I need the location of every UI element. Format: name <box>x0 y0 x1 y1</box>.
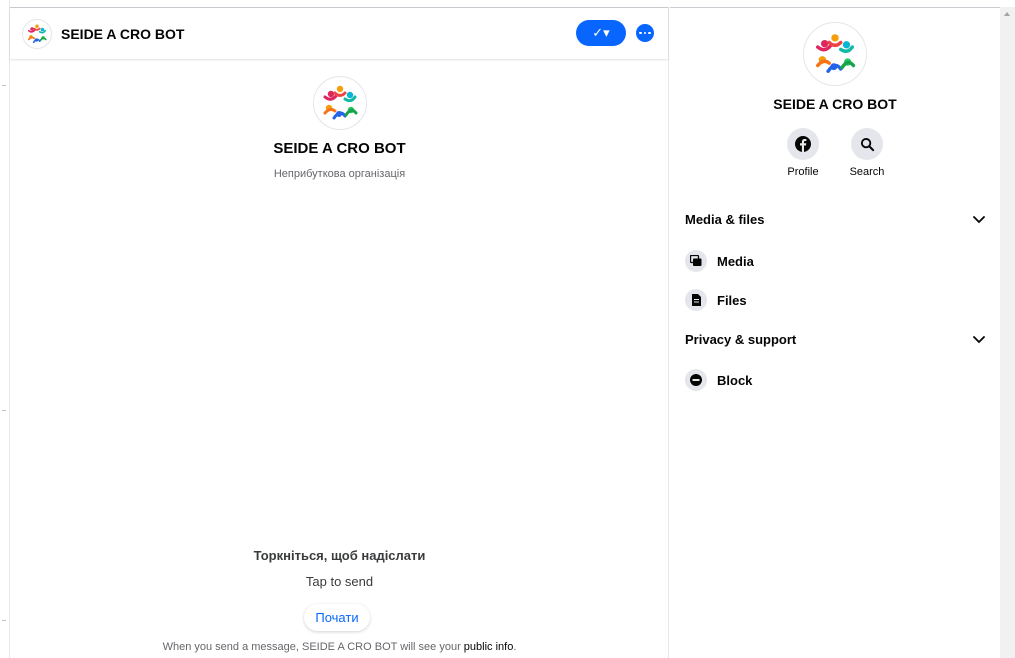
search-label: Search <box>849 166 885 178</box>
edge-mark <box>2 410 6 411</box>
public-info-link[interactable]: public info <box>464 641 514 653</box>
search-action[interactable]: Search <box>847 128 887 178</box>
media-files-section[interactable]: Media & files <box>685 212 985 227</box>
left-edge-strip <box>0 0 10 658</box>
search-icon[interactable] <box>851 128 883 160</box>
chat-panel: SEIDE A CRO BOT ✓▾ SEIDE A CRO BOT Непри… <box>10 7 669 658</box>
edge-mark <box>2 85 6 86</box>
start-button[interactable]: Почати <box>304 604 370 631</box>
page-avatar[interactable] <box>312 76 367 130</box>
privacy-notice: When you send a message, SEIDE A CRO BOT… <box>10 641 669 653</box>
profile-label: Profile <box>787 166 819 178</box>
sidebar-item-block[interactable]: Block <box>685 369 752 391</box>
info-sidebar: SEIDE A CRO BOT Profile Search Media & f… <box>670 7 1000 658</box>
page-name: SEIDE A CRO BOT <box>273 140 406 157</box>
sidebar-name: SEIDE A CRO BOT <box>773 96 897 112</box>
sidebar-item-media[interactable]: Media <box>685 250 754 272</box>
sidebar-header: SEIDE A CRO BOT Profile Search <box>670 8 1000 178</box>
sidebar-item-label: Block <box>717 372 753 388</box>
chat-header: SEIDE A CRO BOT ✓▾ <box>10 8 668 59</box>
chevron-down-icon[interactable] <box>973 215 985 224</box>
chat-intro: SEIDE A CRO BOT Неприбуткова організація <box>10 76 669 180</box>
chat-title[interactable]: SEIDE A CRO BOT <box>61 26 184 42</box>
logo-icon <box>320 83 360 123</box>
file-icon <box>685 289 707 311</box>
tap-to-send-en: Tap to send <box>305 574 374 589</box>
sidebar-item-label: Files <box>717 292 747 308</box>
sidebar-actions: Profile Search <box>783 128 887 178</box>
privacy-support-section[interactable]: Privacy & support <box>685 332 985 347</box>
tap-to-send-ua: Торкніться, щоб надіслати <box>253 548 426 563</box>
notice-text: When you send a message, SEIDE A CRO BOT… <box>162 641 464 653</box>
media-icon <box>685 250 707 272</box>
scrollbar[interactable] <box>1000 7 1015 658</box>
chevron-down-icon[interactable] <box>973 335 985 344</box>
page-category: Неприбуткова організація <box>273 168 406 180</box>
notice-suffix: . <box>513 641 517 653</box>
more-options-icon[interactable] <box>636 24 654 42</box>
edge-mark <box>2 620 6 621</box>
section-title: Privacy & support <box>685 332 797 347</box>
scroll-up-arrow-icon[interactable] <box>1004 12 1010 16</box>
block-icon <box>685 369 707 391</box>
sidebar-item-files[interactable]: Files <box>685 289 747 311</box>
logo-icon <box>26 23 48 45</box>
sidebar-item-label: Media <box>717 253 754 269</box>
avatar[interactable] <box>22 18 52 49</box>
sidebar-avatar[interactable] <box>803 22 867 86</box>
logo-icon <box>812 31 858 77</box>
profile-action[interactable]: Profile <box>783 128 823 178</box>
section-title: Media & files <box>685 212 765 227</box>
facebook-icon[interactable] <box>787 128 819 160</box>
header-actions: ✓▾ <box>576 20 654 46</box>
check-dropdown-button[interactable]: ✓▾ <box>576 20 626 46</box>
